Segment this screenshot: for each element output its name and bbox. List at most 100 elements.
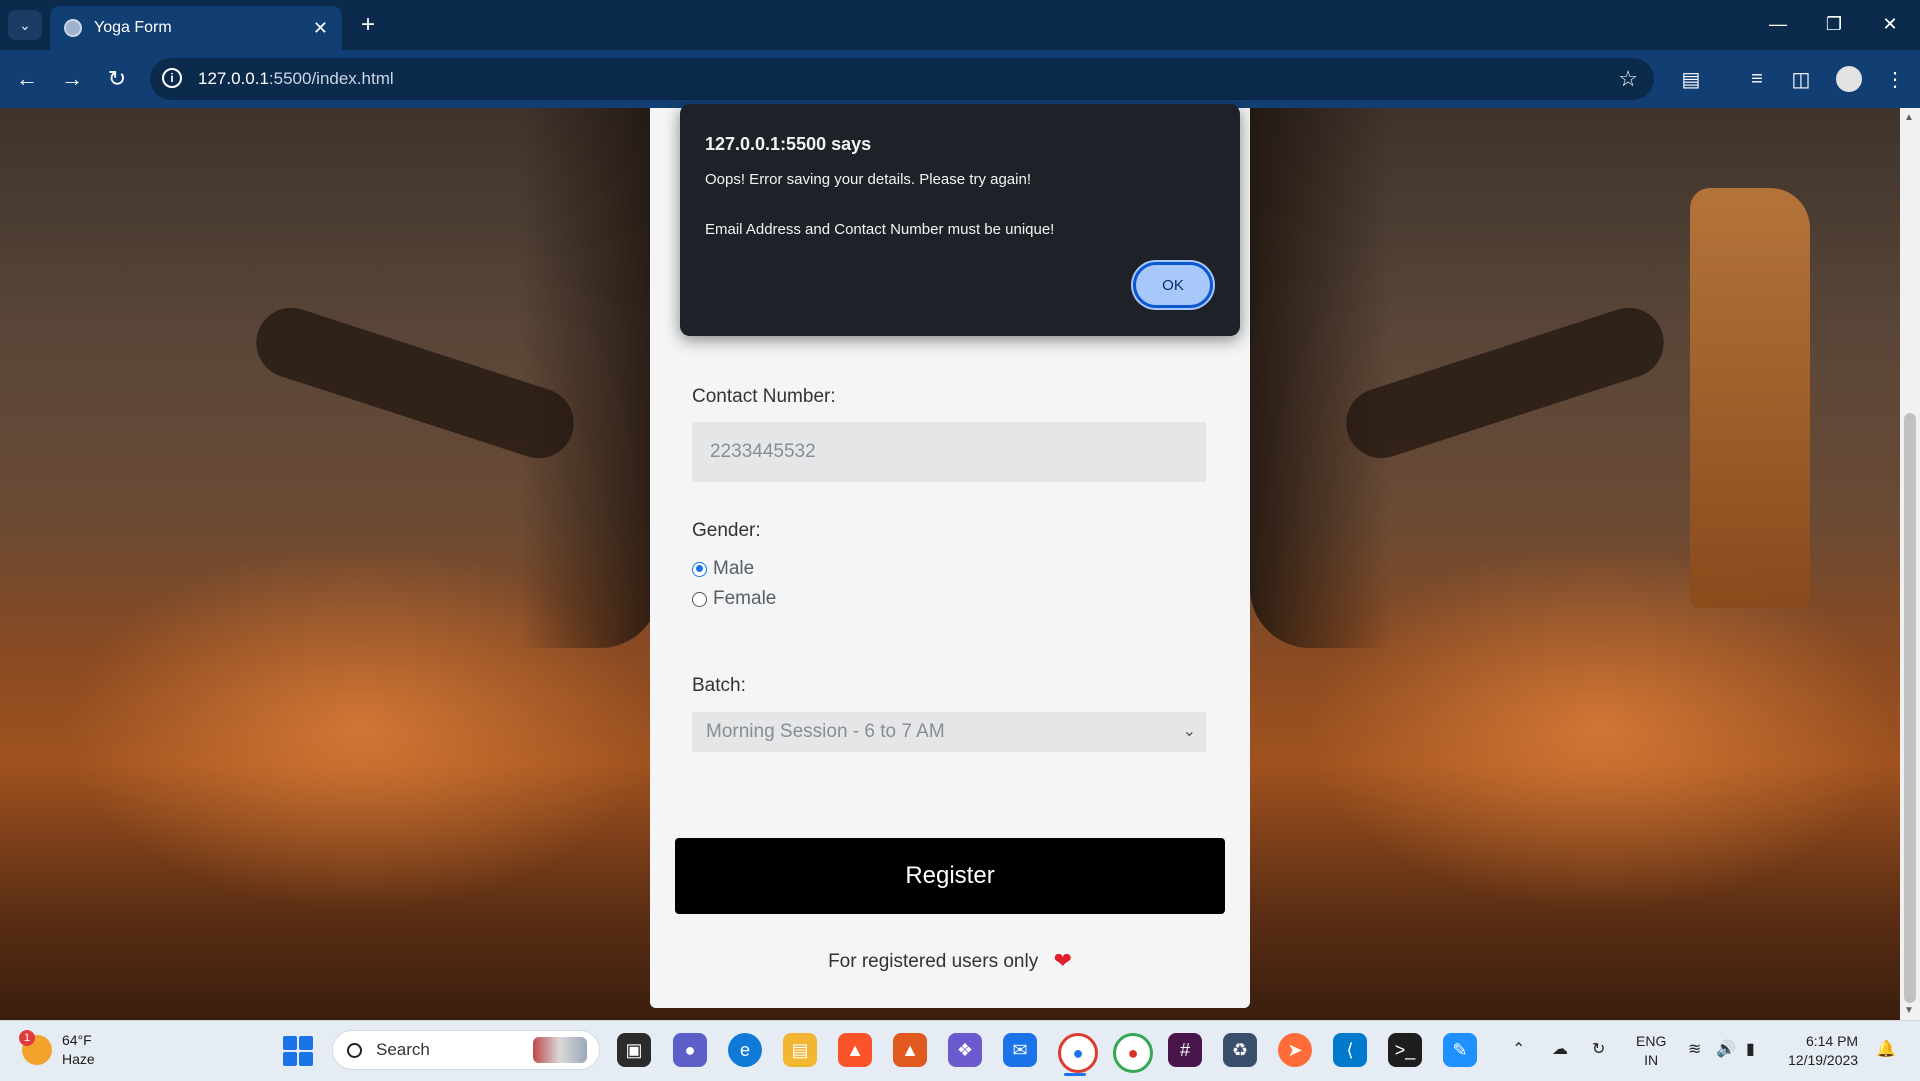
plus-icon: + <box>360 11 375 38</box>
radio-female[interactable] <box>692 591 707 607</box>
menu-button[interactable]: ⋮ <box>1880 64 1910 94</box>
scroll-thumb[interactable] <box>1904 413 1916 1003</box>
side-panel-icon: ◫ <box>1791 68 1811 91</box>
language-code: ENG <box>1636 1033 1667 1049</box>
globe-icon <box>64 19 82 37</box>
task-view-icon[interactable]: ▣ <box>617 1033 651 1067</box>
address-bar[interactable]: i 127.0.0.1:5500/index.html ☆ <box>150 58 1654 100</box>
profile-avatar[interactable] <box>1836 66 1862 92</box>
windows-start-icon[interactable] <box>283 1036 313 1066</box>
tab-search-button[interactable]: ⌄ <box>8 10 42 40</box>
dialog-title: 127.0.0.1:5500 says <box>705 134 872 154</box>
wifi-icon[interactable]: ≋ <box>1688 1039 1701 1059</box>
battery-icon[interactable]: ▮ <box>1746 1039 1755 1059</box>
chevron-up-icon[interactable]: ⌃ <box>1512 1039 1525 1059</box>
forward-button[interactable]: → <box>55 62 89 96</box>
weather-temperature: 64°F <box>62 1032 92 1048</box>
restore-icon: ❐ <box>1825 13 1843 34</box>
batch-select[interactable]: Morning Session - 6 to 7 AM ⌄ <box>692 712 1206 752</box>
window-close-button[interactable]: ✕ <box>1862 8 1918 40</box>
heart-pulse-icon: ❤ <box>1053 948 1072 973</box>
mail-icon[interactable]: ✉ <box>1003 1033 1037 1067</box>
register-button[interactable]: Register <box>675 838 1225 914</box>
matlab-icon[interactable]: ▲ <box>893 1033 927 1067</box>
weather-widget[interactable]: 1 64°F Haze <box>19 1030 95 1069</box>
chrome-profile-icon[interactable]: ● <box>1113 1033 1153 1073</box>
mysql-workbench-icon[interactable]: ♻ <box>1223 1033 1257 1067</box>
sync-icon[interactable]: ↻ <box>1592 1039 1605 1059</box>
chrome-browser-icon[interactable]: ● <box>1058 1033 1098 1073</box>
close-icon[interactable]: ✕ <box>313 18 328 39</box>
postman-icon[interactable]: ➤ <box>1278 1033 1312 1067</box>
language-indicator[interactable]: ENG IN <box>1636 1032 1666 1070</box>
dialog-message-line2: Email Address and Contact Number must be… <box>705 221 1055 238</box>
search-icon <box>347 1042 362 1058</box>
media-control-button[interactable]: ≡ <box>1742 64 1772 94</box>
page-scrollbar[interactable]: ▲ ▼ <box>1900 108 1920 1020</box>
scroll-up-icon[interactable]: ▲ <box>1904 112 1914 123</box>
taskbar-search[interactable]: Search <box>332 1030 600 1070</box>
close-icon: ✕ <box>1882 13 1898 34</box>
arrow-right-icon: → <box>61 66 83 91</box>
notification-badge: 1 <box>19 1030 35 1046</box>
media-queue-icon: ≡ <box>1751 67 1763 90</box>
taskbar-clock[interactable]: 6:14 PM 12/19/2023 <box>1788 1032 1858 1070</box>
puzzle-icon: ▤ <box>1681 68 1701 91</box>
gender-option-male[interactable]: Male <box>692 558 754 580</box>
clock-date: 12/19/2023 <box>1788 1052 1859 1068</box>
dialog-message-line1: Oops! Error saving your details. Please … <box>705 171 1031 188</box>
windows-taskbar: 1 64°F Haze Search ▣ ● e ▤ ▲ ▲ ❖ ✉ ● ● #… <box>0 1020 1920 1081</box>
paint-icon[interactable]: ✎ <box>1443 1033 1477 1067</box>
url-text[interactable]: 127.0.0.1:5500/index.html <box>198 69 394 89</box>
copilot-icon[interactable]: ❖ <box>948 1033 982 1067</box>
batch-label: Batch: <box>692 675 746 696</box>
extensions-button[interactable]: ▤ <box>1676 64 1706 94</box>
footnote-text: For registered users only <box>828 951 1039 972</box>
contact-number-field[interactable]: 2233445532 <box>692 422 1206 482</box>
batch-selected-value: Morning Session - 6 to 7 AM <box>706 721 945 742</box>
slack-icon[interactable]: # <box>1168 1033 1202 1067</box>
background-photo-shade <box>520 108 660 648</box>
gender-option-female[interactable]: Female <box>692 588 776 610</box>
search-label: Search <box>376 1040 430 1059</box>
language-region: IN <box>1644 1052 1659 1068</box>
new-tab-button[interactable]: + <box>352 10 384 40</box>
star-icon[interactable]: ☆ <box>1618 66 1638 92</box>
ok-button[interactable]: OK <box>1133 262 1213 308</box>
side-panel-button[interactable]: ◫ <box>1786 64 1816 94</box>
tab-title: Yoga Form <box>94 19 172 36</box>
scroll-down-icon[interactable]: ▼ <box>1904 1005 1914 1016</box>
back-button[interactable]: ← <box>10 62 44 96</box>
terminal-icon[interactable]: >_ <box>1388 1033 1422 1067</box>
vscode-icon[interactable]: ⟨ <box>1333 1033 1367 1067</box>
reload-button[interactable]: ↻ <box>100 62 134 96</box>
volume-icon[interactable]: 🔊 <box>1716 1039 1736 1059</box>
site-info-icon[interactable]: i <box>162 68 182 88</box>
registered-users-note: For registered users only ❤ <box>650 948 1250 974</box>
teams-chat-icon[interactable]: ● <box>673 1033 707 1067</box>
chevron-down-icon: ⌄ <box>1182 723 1196 740</box>
active-app-indicator <box>1064 1073 1086 1076</box>
brave-browser-icon[interactable]: ▲ <box>838 1033 872 1067</box>
minimize-button[interactable]: — <box>1750 8 1806 40</box>
weather-description: Haze <box>62 1051 95 1067</box>
onedrive-icon[interactable]: ☁ <box>1552 1039 1568 1059</box>
notifications-icon[interactable]: 🔔 <box>1876 1039 1896 1059</box>
arrow-left-icon: ← <box>16 66 38 91</box>
radio-male[interactable] <box>692 561 707 577</box>
clock-time: 6:14 PM <box>1805 1033 1859 1049</box>
restore-button[interactable]: ❐ <box>1806 8 1862 40</box>
minimize-icon: — <box>1769 13 1787 34</box>
gender-option-label: Female <box>713 588 777 609</box>
background-photo-cloth <box>1690 188 1810 608</box>
contact-number-label: Contact Number: <box>692 386 836 407</box>
edge-browser-icon[interactable]: e <box>728 1033 762 1067</box>
background-photo-shade <box>1250 108 1390 648</box>
file-explorer-icon[interactable]: ▤ <box>783 1033 817 1067</box>
gender-option-label: Male <box>713 558 755 579</box>
browser-titlebar: ⌄ Yoga Form ✕ + — ❐ ✕ <box>0 0 1920 50</box>
reload-icon: ↻ <box>107 66 127 91</box>
tab-yoga-form[interactable]: Yoga Form ✕ <box>50 6 342 50</box>
chevron-down-icon: ⌄ <box>19 16 31 33</box>
url-host: 127.0.0.1 <box>198 69 269 88</box>
